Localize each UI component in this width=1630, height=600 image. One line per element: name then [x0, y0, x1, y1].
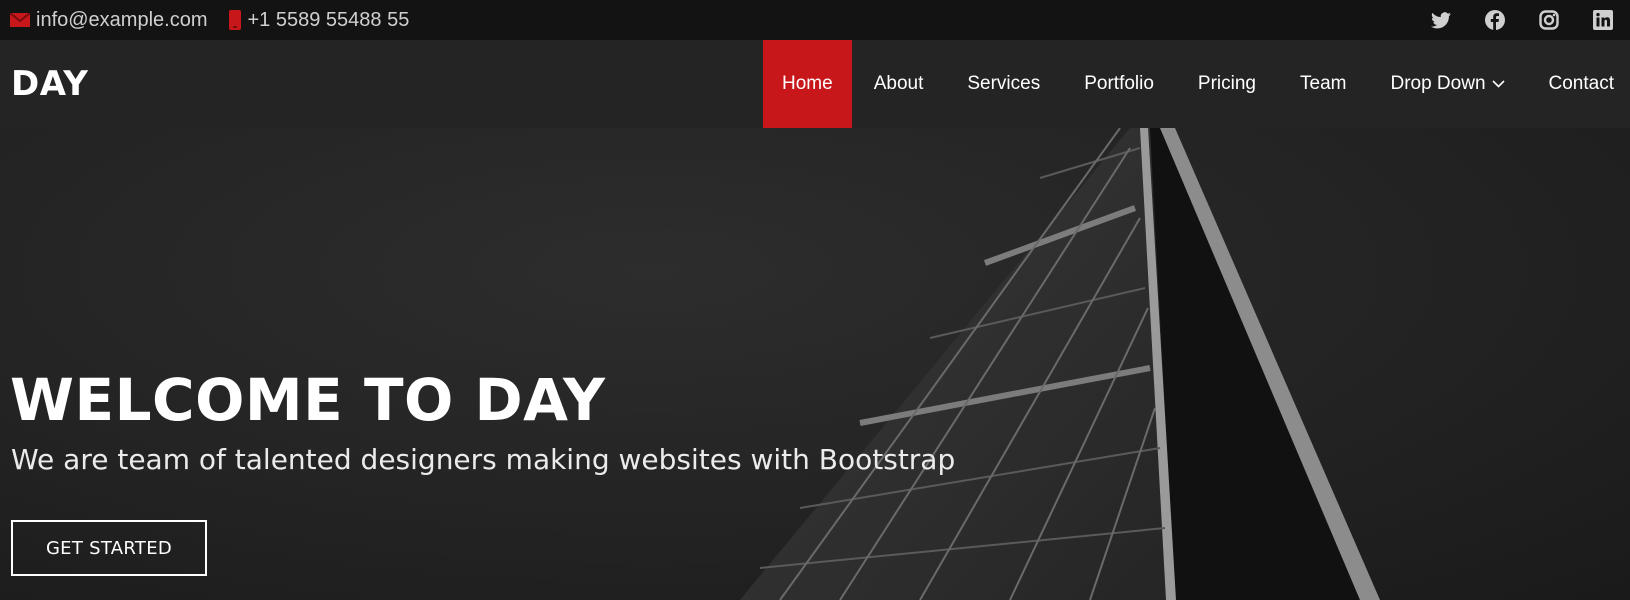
nav-label: Home: [782, 73, 833, 94]
contact-info: info@example.com +1 5589 55488 55: [10, 9, 431, 32]
nav-item-pricing[interactable]: Pricing: [1176, 40, 1278, 128]
nav-label: Portfolio: [1084, 73, 1154, 94]
social-links: [1400, 7, 1616, 33]
hero-section: WELCOME TO DAY We are team of talented d…: [0, 128, 1630, 600]
envelope-icon: [10, 13, 30, 27]
get-started-button[interactable]: GET STARTED: [11, 520, 207, 576]
email-contact[interactable]: info@example.com: [10, 9, 207, 32]
nav-label: Services: [967, 73, 1041, 94]
nav-item-about[interactable]: About: [852, 40, 946, 128]
nav-item-contact[interactable]: Contact: [1527, 40, 1630, 128]
phone-text: +1 5589 55488 55: [247, 8, 410, 31]
facebook-icon[interactable]: [1482, 7, 1508, 33]
instagram-icon[interactable]: [1536, 7, 1562, 33]
main-nav: Home About Services Portfolio Pricing Te…: [763, 40, 1630, 128]
hero-title: WELCOME TO DAY: [10, 366, 606, 434]
nav-item-drop-down[interactable]: Drop Down: [1368, 40, 1526, 128]
nav-label: About: [873, 73, 924, 94]
nav-item-home[interactable]: Home: [763, 40, 852, 128]
top-bar: info@example.com +1 5589 55488 55: [0, 0, 1630, 40]
nav-label: Team: [1300, 73, 1347, 94]
twitter-icon[interactable]: [1428, 7, 1454, 33]
hero-subtitle: We are team of talented designers making…: [11, 443, 956, 476]
linkedin-icon[interactable]: [1590, 7, 1616, 33]
chevron-down-icon: [1491, 80, 1505, 88]
logo[interactable]: DAY: [11, 64, 88, 104]
nav-item-services[interactable]: Services: [945, 40, 1062, 128]
site-header: DAY Home About Services Portfolio Pricin…: [0, 40, 1630, 128]
nav-label: Pricing: [1197, 73, 1256, 94]
nav-label: Drop Down: [1390, 73, 1486, 94]
email-text: info@example.com: [36, 8, 208, 31]
hero-background-image: [740, 128, 1380, 600]
nav-item-team[interactable]: Team: [1278, 40, 1368, 128]
nav-item-portfolio[interactable]: Portfolio: [1062, 40, 1176, 128]
phone-icon: [229, 10, 242, 30]
nav-label: Contact: [1548, 73, 1614, 94]
phone-contact[interactable]: +1 5589 55488 55: [229, 9, 409, 32]
